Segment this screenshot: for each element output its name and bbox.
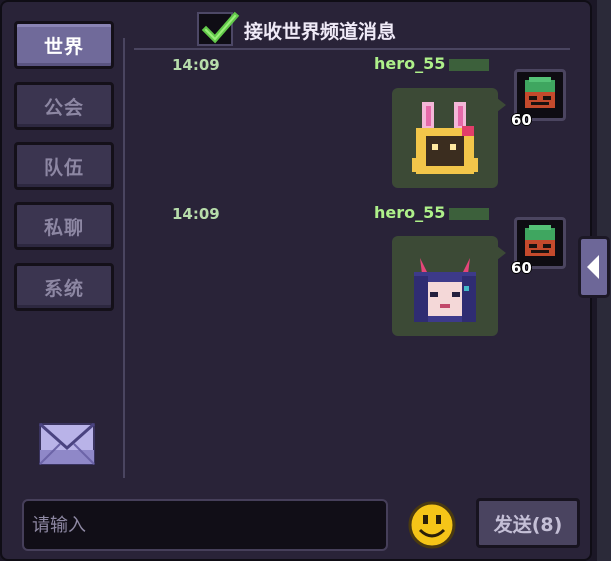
tab-private[interactable]: 私聊 bbox=[14, 202, 114, 250]
receive-world-label: 接收世界频道消息 bbox=[244, 21, 397, 43]
level-badge: 60 bbox=[511, 259, 532, 277]
tab-team[interactable]: 队伍 bbox=[14, 142, 114, 190]
tab-label: 私聊 bbox=[43, 216, 84, 239]
sticker-bubble[interactable] bbox=[392, 236, 506, 336]
sticker-bubble[interactable] bbox=[392, 88, 506, 188]
sidebar-divider bbox=[123, 38, 125, 478]
sender-name[interactable]: hero_55 bbox=[374, 203, 445, 222]
tab-label: 队伍 bbox=[43, 156, 84, 179]
tab-world[interactable]: 世界 bbox=[14, 21, 114, 69]
bunny-character-sticker bbox=[412, 102, 478, 174]
receive-world-checkbox[interactable] bbox=[197, 11, 240, 46]
name-blur bbox=[449, 59, 489, 71]
checkmark-icon bbox=[201, 11, 240, 44]
tab-label: 公会 bbox=[43, 96, 84, 119]
chat-panel: 世界 公会 队伍 私聊 系统 接收世界频道消息 14:09 hero_55 60… bbox=[0, 0, 592, 561]
sender-name[interactable]: hero_55 bbox=[374, 54, 445, 73]
mail-icon[interactable] bbox=[38, 420, 96, 468]
header-divider bbox=[134, 48, 570, 50]
collapse-panel-button[interactable] bbox=[578, 236, 610, 298]
name-blur bbox=[449, 208, 489, 220]
chevron-left-icon bbox=[587, 255, 599, 279]
message-time: 14:09 bbox=[172, 56, 220, 74]
tab-label: 系统 bbox=[43, 277, 84, 300]
message-time: 14:09 bbox=[172, 205, 220, 223]
chat-input[interactable] bbox=[22, 499, 388, 551]
tab-label: 世界 bbox=[43, 35, 84, 58]
send-button-label: 发送(8) bbox=[493, 513, 563, 536]
send-button[interactable]: 发送(8) bbox=[476, 498, 580, 548]
smiley-emoji-icon[interactable] bbox=[407, 500, 457, 550]
tab-guild[interactable]: 公会 bbox=[14, 82, 114, 130]
tab-system[interactable]: 系统 bbox=[14, 263, 114, 311]
demon-girl-sticker bbox=[414, 258, 476, 322]
level-badge: 60 bbox=[511, 111, 532, 129]
